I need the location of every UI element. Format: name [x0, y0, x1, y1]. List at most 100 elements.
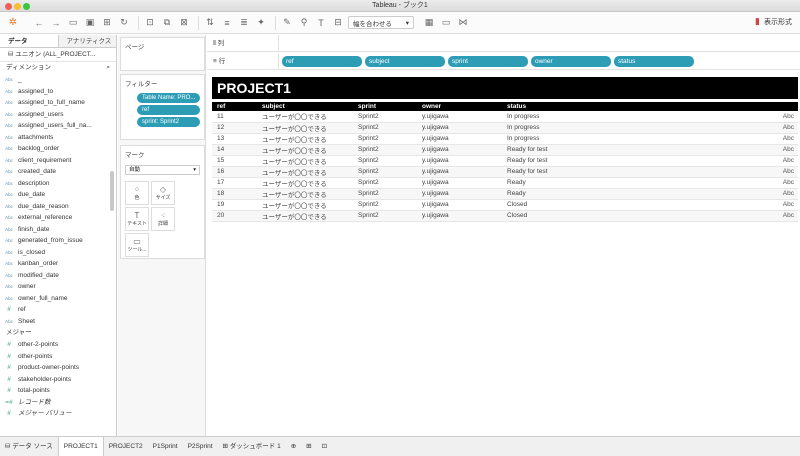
table-row[interactable]: 13 ユーザーが〇〇できる Sprint2 y.ujigawa In progress A…	[212, 133, 798, 145]
field-item[interactable]: # stakeholder-points	[0, 374, 116, 386]
field-item[interactable]: Abc finish_date	[0, 224, 116, 236]
redo-icon[interactable]: →	[49, 15, 63, 31]
detail-button[interactable]: ⁖ 詳細	[151, 207, 175, 231]
table-row[interactable]: 11 ユーザーが〇〇できる Sprint2 y.ujigawa In progress A…	[212, 111, 798, 123]
filter-pill-ref[interactable]: ref	[137, 105, 200, 115]
fix-axes-icon[interactable]: ⊟	[331, 15, 345, 31]
save-icon[interactable]: ▣	[83, 15, 97, 31]
tab-project1[interactable]: PROJECT1	[57, 436, 104, 456]
show-cards-icon[interactable]: ▦	[422, 15, 436, 31]
field-item[interactable]: Abc kanban_order	[0, 258, 116, 270]
sort-ascending-icon[interactable]: ≡	[220, 15, 234, 31]
table-row[interactable]: 19 ユーザーが〇〇できる Sprint2 y.ujigawa Closed Abc	[212, 199, 798, 211]
refresh-icon[interactable]: ↻	[117, 15, 131, 31]
new-worksheet-icon[interactable]: ⊕	[286, 437, 301, 456]
close-window-button[interactable]	[5, 3, 12, 10]
tooltip-button[interactable]: ▭ ツール...	[125, 233, 149, 257]
field-item[interactable]: Abc client_requirement	[0, 155, 116, 167]
header-sprint[interactable]: sprint	[353, 102, 417, 111]
table-row[interactable]: 15 ユーザーが〇〇できる Sprint2 y.ujigawa Ready for te…	[212, 155, 798, 167]
row-pill-status[interactable]: status	[614, 55, 694, 67]
field-item[interactable]: Abc _	[0, 74, 116, 86]
mark-type-select[interactable]: 自動 ▾	[125, 165, 200, 175]
new-sheet-icon[interactable]: ▭	[66, 15, 80, 31]
field-item[interactable]: Abc due_date_reason	[0, 201, 116, 213]
field-item[interactable]: # ref	[0, 304, 116, 316]
filter-pill-table-name[interactable]: Table Name: PRO...	[137, 93, 200, 103]
field-item[interactable]: Abc assigned_users_full_na...	[0, 120, 116, 132]
field-item[interactable]: Abc external_reference	[0, 212, 116, 224]
header-owner[interactable]: owner	[417, 102, 502, 111]
tab-dashboard1[interactable]: ⊞ ダッシュボード 1	[218, 437, 286, 456]
table-row[interactable]: 18 ユーザーが〇〇できる Sprint2 y.ujigawa Ready Abc	[212, 188, 798, 200]
share-icon[interactable]: ⋈	[456, 15, 470, 31]
tableau-logo-icon[interactable]: ✲	[6, 15, 20, 31]
pin-icon[interactable]: ✦	[254, 15, 268, 31]
table-row[interactable]: 12 ユーザーが〇〇できる Sprint2 y.ujigawa In progress A…	[212, 122, 798, 134]
table-row[interactable]: 16 ユーザーが〇〇できる Sprint2 y.ujigawa Ready for te…	[212, 166, 798, 178]
new-worksheet-icon[interactable]: ⊡	[143, 15, 157, 31]
duplicate-sheet-icon[interactable]: ⧉	[160, 15, 174, 31]
field-item[interactable]: # product-owner-points	[0, 362, 116, 374]
tab-p1sprint[interactable]: P1Sprint	[148, 437, 183, 456]
datasource-item[interactable]: ⛁ ユニオン (ALL_PROJECT...	[0, 48, 116, 62]
field-item[interactable]: Abc assigned_users	[0, 109, 116, 121]
show-me-button[interactable]: ▮ 表示形式	[755, 16, 792, 27]
field-item[interactable]: Abc created_date	[0, 166, 116, 178]
field-item[interactable]: Abc modified_date	[0, 270, 116, 282]
header-ref[interactable]: ref	[212, 102, 257, 111]
highlight-icon[interactable]: ✎	[280, 15, 294, 31]
tab-data[interactable]: データ	[0, 35, 59, 47]
clear-sheet-icon[interactable]: ⊠	[177, 15, 191, 31]
minimize-window-button[interactable]	[14, 3, 21, 10]
row-pill-subject[interactable]: subject	[365, 55, 445, 67]
row-pill-ref[interactable]: ref	[282, 55, 362, 67]
field-item[interactable]: # メジャー バリュー	[0, 408, 116, 420]
table-row[interactable]: 14 ユーザーが〇〇できる Sprint2 y.ujigawa Ready for te…	[212, 144, 798, 156]
new-datasource-icon[interactable]: ⊞	[100, 15, 114, 31]
tab-p2sprint[interactable]: P2Sprint	[183, 437, 218, 456]
new-story-icon[interactable]: ⊡	[317, 437, 332, 456]
columns-shelf[interactable]: ⦀ 列	[207, 35, 800, 52]
field-item[interactable]: Abc due_date	[0, 189, 116, 201]
field-item[interactable]: Abc owner_full_name	[0, 293, 116, 305]
sort-descending-icon[interactable]: ≣	[237, 15, 251, 31]
field-item[interactable]: # other-2-points	[0, 339, 116, 351]
fit-select[interactable]: 幅を合わせる ▾	[348, 16, 414, 29]
undo-icon[interactable]: ←	[32, 15, 46, 31]
field-item[interactable]: Abc generated_from_issue	[0, 235, 116, 247]
field-item[interactable]: Abc attachments	[0, 132, 116, 144]
table-row[interactable]: 20 ユーザーが〇〇できる Sprint2 y.ujigawa Closed Abc	[212, 210, 798, 222]
rows-shelf[interactable]: ≡ 行 ref subject sprint owner status	[207, 53, 800, 70]
field-item[interactable]: Abc assigned_to	[0, 86, 116, 98]
swap-icon[interactable]: ⇅	[203, 15, 217, 31]
field-item[interactable]: Abc Sheet	[0, 316, 116, 328]
label-icon[interactable]: T	[314, 15, 328, 31]
field-item[interactable]: Abc description	[0, 178, 116, 190]
table-row[interactable]: 17 ユーザーが〇〇できる Sprint2 y.ujigawa Ready Abc	[212, 177, 798, 189]
field-item[interactable]: Abc assigned_to_full_name	[0, 97, 116, 109]
header-status[interactable]: status	[502, 102, 572, 111]
row-pill-owner[interactable]: owner	[531, 55, 611, 67]
new-dashboard-icon[interactable]: ⊞	[301, 437, 316, 456]
scrollbar[interactable]	[110, 171, 114, 211]
header-subject[interactable]: subject	[257, 102, 353, 111]
pages-card[interactable]: ページ	[120, 37, 205, 71]
filter-pill-sprint[interactable]: sprint: Sprint2	[137, 117, 200, 127]
size-button[interactable]: ◇ サイズ	[151, 181, 175, 205]
field-item[interactable]: Abc is_closed	[0, 247, 116, 259]
tab-datasource[interactable]: ⛁ データ ソース	[0, 437, 58, 456]
presentation-icon[interactable]: ▭	[439, 15, 453, 31]
zoom-window-button[interactable]	[23, 3, 30, 10]
tab-project2[interactable]: PROJECT2	[104, 437, 148, 456]
field-item[interactable]: Abc owner	[0, 281, 116, 293]
search-icon[interactable]: ⌕	[106, 62, 110, 74]
tab-analytics[interactable]: アナリティクス	[58, 35, 116, 47]
field-item[interactable]: # other-points	[0, 351, 116, 363]
group-icon[interactable]: ⚲	[297, 15, 311, 31]
row-pill-sprint[interactable]: sprint	[448, 55, 528, 67]
field-item[interactable]: # total-points	[0, 385, 116, 397]
color-button[interactable]: ⁘ 色	[125, 181, 149, 205]
field-item[interactable]: =# レコード数	[0, 397, 116, 409]
text-button[interactable]: T テキスト	[125, 207, 149, 231]
